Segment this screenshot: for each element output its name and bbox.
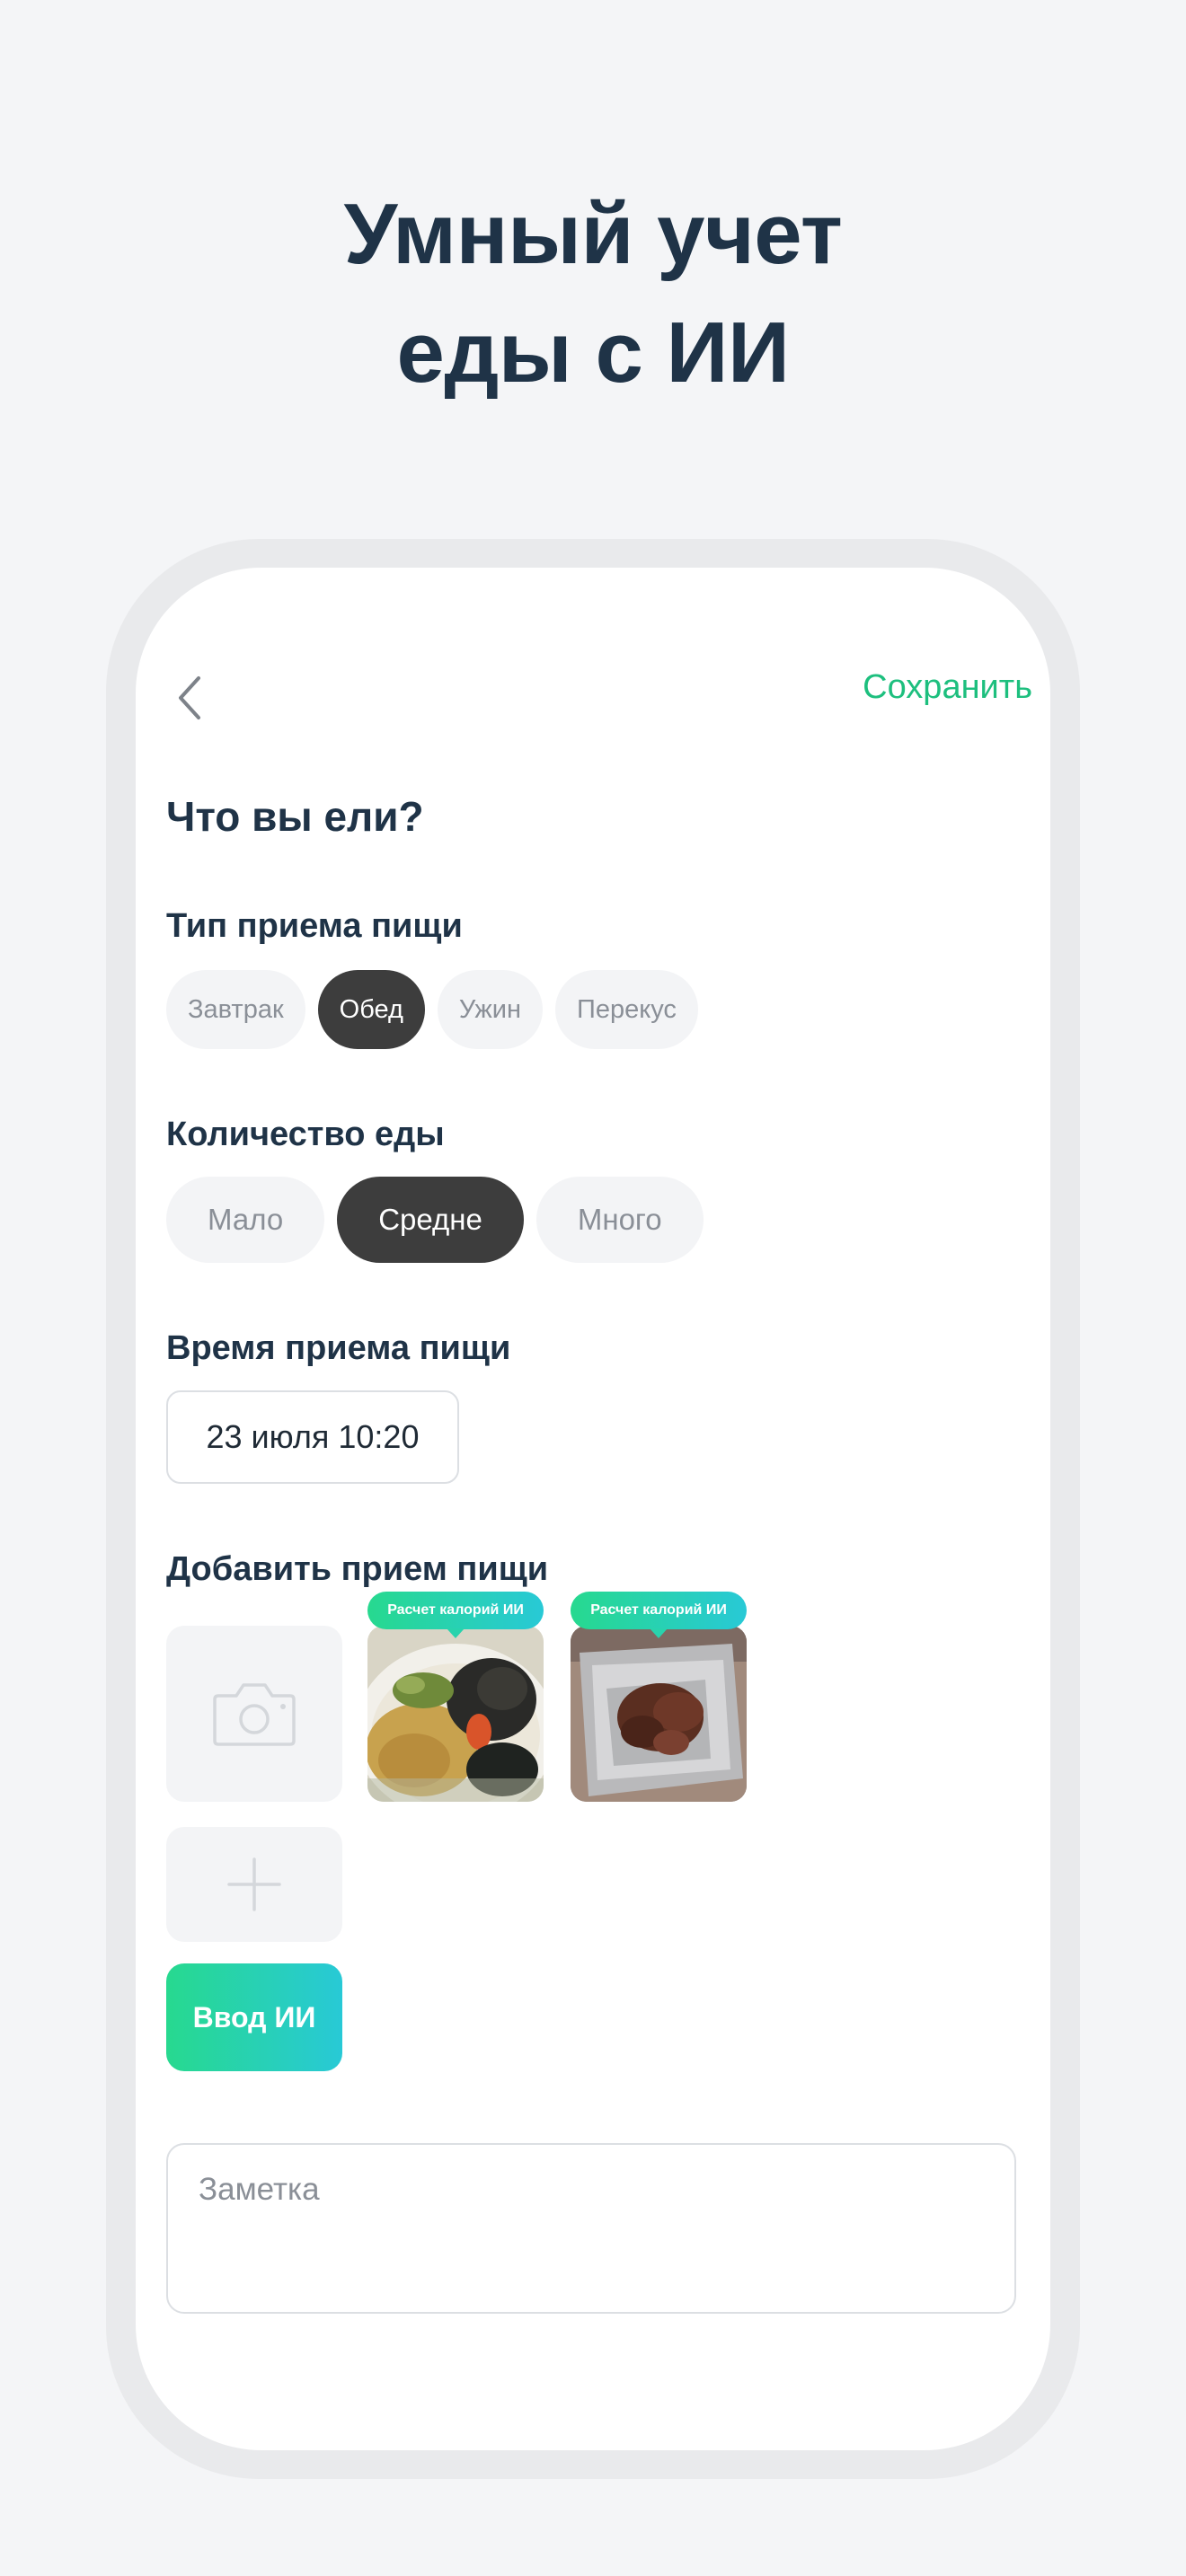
save-button[interactable]: Сохранить: [863, 668, 1032, 707]
meal-type-dinner-chip[interactable]: Ужин: [437, 970, 543, 1049]
meal-photo-2[interactable]: [571, 1626, 747, 1802]
ai-calorie-badge-1: Расчет калорий ИИ: [367, 1592, 544, 1638]
camera-tile[interactable]: [166, 1626, 342, 1802]
meal-type-label: Тип приема пищи: [166, 907, 463, 945]
meal-photo-1-image: [367, 1626, 544, 1802]
amount-label: Количество еды: [166, 1116, 445, 1153]
meal-photo-2-image: [571, 1626, 747, 1802]
meal-time-picker[interactable]: 23 июля 10:20: [166, 1390, 459, 1484]
meal-time-label: Время приема пищи: [166, 1329, 511, 1367]
amount-large-chip[interactable]: Много: [535, 1177, 704, 1263]
headline-line-1: Умный учет: [343, 186, 843, 282]
ai-calorie-badge-2: Расчет калорий ИИ: [571, 1592, 747, 1638]
meal-type-lunch-chip[interactable]: Обед: [317, 970, 425, 1049]
amount-medium-chip[interactable]: Средне: [337, 1177, 524, 1263]
screen-title: Что вы ели?: [166, 793, 424, 840]
plus-icon: [227, 1857, 281, 1911]
chevron-left-icon: [179, 676, 200, 719]
camera-icon: [213, 1683, 296, 1746]
add-photo-tile[interactable]: [166, 1827, 342, 1942]
meal-type-snack-chip[interactable]: Перекус: [554, 970, 698, 1049]
meal-photo-1[interactable]: [367, 1626, 544, 1802]
amount-options: Мало Средне Много: [166, 1177, 704, 1263]
back-button[interactable]: [163, 662, 217, 734]
add-meal-label: Добавить прием пищи: [166, 1550, 549, 1588]
amount-small-chip[interactable]: Мало: [166, 1177, 325, 1263]
note-input[interactable]: Заметка: [166, 2143, 1016, 2314]
meal-type-breakfast-chip[interactable]: Завтрак: [166, 970, 305, 1049]
promo-headline: Умный учет еды с ИИ: [0, 175, 1186, 412]
headline-line-2: еды с ИИ: [396, 304, 790, 401]
phone-screen: Сохранить Что вы ели? Тип приема пищи За…: [136, 568, 1050, 2450]
ai-input-button[interactable]: Ввод ИИ: [166, 1963, 342, 2071]
meal-type-options: Завтрак Обед Ужин Перекус: [166, 970, 698, 1049]
